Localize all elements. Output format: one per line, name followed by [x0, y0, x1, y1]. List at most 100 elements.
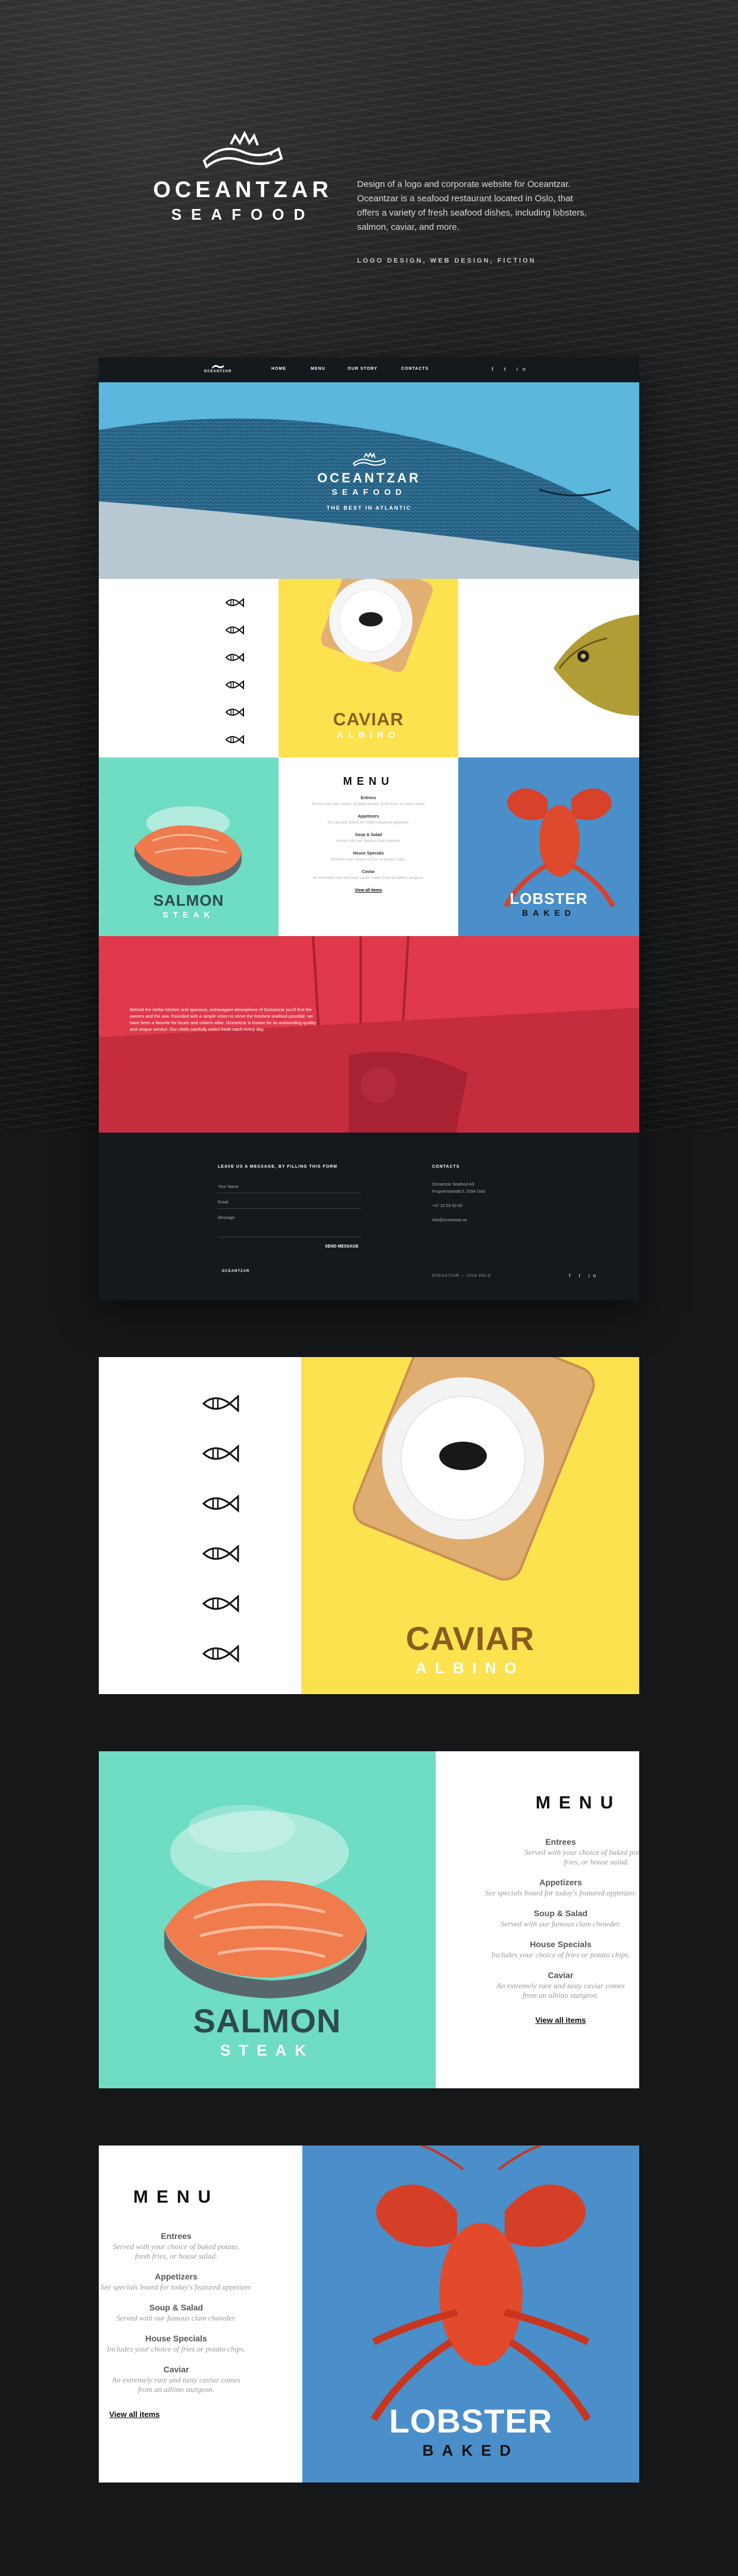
message-field[interactable]: Message — [218, 1214, 361, 1237]
fish-icon — [225, 707, 244, 718]
fish-head-tile — [458, 579, 639, 757]
menu-panel-left: MENU Entrees Served with your choice of … — [99, 2145, 302, 2483]
fish-icon — [202, 1594, 239, 1613]
menu-item-name: House Specials — [145, 2334, 207, 2343]
menu-item-name: Soup & Salad — [149, 2303, 204, 2312]
contact-phone[interactable]: +47 22 55 00 00 — [432, 1204, 462, 1208]
fish-icon — [202, 1644, 239, 1663]
contact-line: Frognerstranda 5, 0264 Oslo — [432, 1190, 486, 1194]
fish-icon — [225, 652, 244, 663]
contact-form-title: LEAVE US A MESSAGE, BY FILLING THIS FORM — [218, 1165, 338, 1169]
fish-icon — [202, 1494, 239, 1513]
menu-title: MENU — [133, 2187, 220, 2207]
caviar-large-title: CAVIAR — [405, 1620, 535, 1657]
contact-email[interactable]: info@oceantzar.no — [432, 1218, 467, 1222]
menu-card: MENU Entrees Served with your choice of … — [279, 757, 458, 936]
menu-item-name: House Specials — [353, 852, 384, 856]
nav-logo[interactable]: OCEANTZAR — [200, 362, 236, 373]
lobster-variant: BAKED — [522, 908, 576, 918]
lobster-large-title: LOBSTER — [389, 2402, 553, 2440]
lobster-large-tile[interactable]: LOBSTER BAKED — [302, 2145, 639, 2483]
view-all-link[interactable]: View all items — [279, 888, 458, 893]
menu-item-desc: Served with your choice of baked potato,… — [311, 802, 426, 806]
menu-item-name: Entrees — [161, 2231, 192, 2241]
fish-crown-logo-icon — [202, 131, 283, 169]
fish-icon — [202, 1394, 239, 1413]
caviar-large-variant: ALBINO — [415, 1659, 525, 1677]
send-message-button[interactable]: SEND MESSAGE — [325, 1245, 358, 1249]
salmon-large-variant: STEAK — [220, 2041, 315, 2059]
project-description: Design of a logo and corporate website f… — [357, 179, 587, 232]
story-section: Behind the stellar kitchen and spacious,… — [99, 936, 639, 1133]
menu-item-name: Soup & Salad — [355, 833, 382, 837]
fish-logo-icon — [212, 365, 224, 369]
website-mockup: OCEANTZAR HOME MENU OUR STORY CONTACTS f… — [99, 357, 639, 1301]
hero-tagline: THE BEST IN ATLANTIC — [326, 505, 412, 511]
hero-subtitle: SEAFOOD — [332, 487, 406, 497]
hero-title: OCEANTZAR — [317, 470, 421, 485]
email-field[interactable]: Email — [218, 1198, 361, 1209]
menu-panel-right: MENU Entrees Served with your choice of … — [436, 1751, 639, 2088]
view-all-link[interactable]: View all items — [99, 2410, 301, 2419]
nav-menu[interactable]: MENU — [311, 367, 326, 371]
menu-item-desc: See specials board for today's featured … — [100, 2282, 252, 2291]
menu-item-desc: Includes your choice of fries or potato … — [331, 857, 406, 862]
view-all-link[interactable]: View all items — [436, 2016, 639, 2025]
caviar-large-tile[interactable]: CAVIAR ALBINO — [301, 1357, 639, 1694]
menu-item-name: Appetizers — [358, 815, 379, 819]
fish-icon-column-large — [99, 1357, 301, 1694]
dish-grid-top: CAVIAR ALBINO — [99, 579, 639, 757]
salmon-title: SALMON — [153, 891, 224, 909]
menu-item-desc: An extremely rare and tasty caviar comes… — [312, 875, 424, 880]
nav-our-story[interactable]: OUR STORY — [348, 367, 377, 371]
salmon-detail-panel: SALMON STEAK MENU Entrees Served with yo… — [99, 1751, 639, 2088]
lobster-large-variant: BAKED — [422, 2441, 520, 2459]
sailboat-illustration — [99, 936, 639, 1133]
contact-line: Oceantzar Seafood AS — [432, 1183, 475, 1187]
brand-name: OCEANTZAR — [153, 177, 333, 202]
salmon-variant: STEAK — [162, 910, 215, 919]
nav-home[interactable]: HOME — [271, 367, 286, 371]
menu-item-desc: Served with our famous clam chowder. — [501, 1919, 621, 1928]
menu-item-name: Appetizers — [155, 2272, 198, 2281]
footer-social[interactable]: f t in — [569, 1273, 599, 1278]
menu-title: MENU — [535, 1793, 622, 1813]
fish-icon — [202, 1444, 239, 1463]
menu-item-name: Caviar — [548, 1970, 574, 1980]
salmon-large-title: SALMON — [193, 2002, 342, 2039]
menu-item-name: House Specials — [530, 1939, 592, 1949]
footer-copyright: OCEANTZAR — 2016 OSLO — [432, 1274, 492, 1278]
fish-icon — [225, 679, 244, 690]
menu-item-name: Soup & Salad — [533, 1908, 588, 1918]
menu-item-name: Entrees — [361, 796, 376, 800]
site-nav: OCEANTZAR HOME MENU OUR STORY CONTACTS f… — [99, 357, 639, 382]
social-links[interactable]: f t in — [492, 366, 530, 372]
fish-icon — [225, 597, 244, 608]
caviar-variant: ALBINO — [337, 730, 400, 740]
story-text: Behind the stellar kitchen and spacious,… — [130, 1007, 316, 1032]
salmon-tile[interactable]: SALMON STEAK — [99, 757, 279, 936]
lobster-tile[interactable]: LOBSTER BAKED — [458, 757, 639, 936]
name-field[interactable]: Your Name — [218, 1183, 361, 1193]
menu-item-desc: Served with our famous clam chowder. — [116, 2313, 236, 2322]
caviar-tile[interactable]: CAVIAR ALBINO — [279, 579, 458, 757]
hero-banner: OCEANTZAR SEAFOOD THE BEST IN ATLANTIC — [99, 382, 639, 579]
fish-icon-column — [99, 579, 279, 757]
caviar-title: CAVIAR — [333, 710, 404, 729]
lobster-title: LOBSTER — [509, 890, 588, 907]
menu-item-name: Caviar — [362, 870, 375, 874]
menu-item-desc: Includes your choice of fries or potato … — [491, 1950, 630, 1959]
menu-item-desc: See specials board for today's featured … — [484, 1888, 637, 1897]
menu-item-desc: Includes your choice of fries or potato … — [107, 2344, 246, 2353]
nav-contacts[interactable]: CONTACTS — [401, 367, 429, 371]
footer-logo: OCEANTZAR — [221, 1270, 250, 1273]
salmon-large-tile[interactable]: SALMON STEAK — [99, 1751, 436, 2088]
caviar-detail-panel: CAVIAR ALBINO — [99, 1357, 639, 1694]
contact-section: LEAVE US A MESSAGE, BY FILLING THIS FORM… — [99, 1133, 639, 1301]
project-tags: LOGO DESIGN, WEB DESIGN, FICTION — [357, 257, 536, 264]
menu-item-desc: Served with our famous clam chowder. — [336, 838, 401, 843]
menu-item-desc: Served with your choice of baked potato,… — [524, 1848, 639, 1866]
fish-icon — [225, 734, 244, 745]
menu-title: MENU — [343, 775, 394, 787]
hero-logo: OCEANTZAR SEAFOOD THE BEST IN ATLANTIC — [309, 453, 429, 511]
